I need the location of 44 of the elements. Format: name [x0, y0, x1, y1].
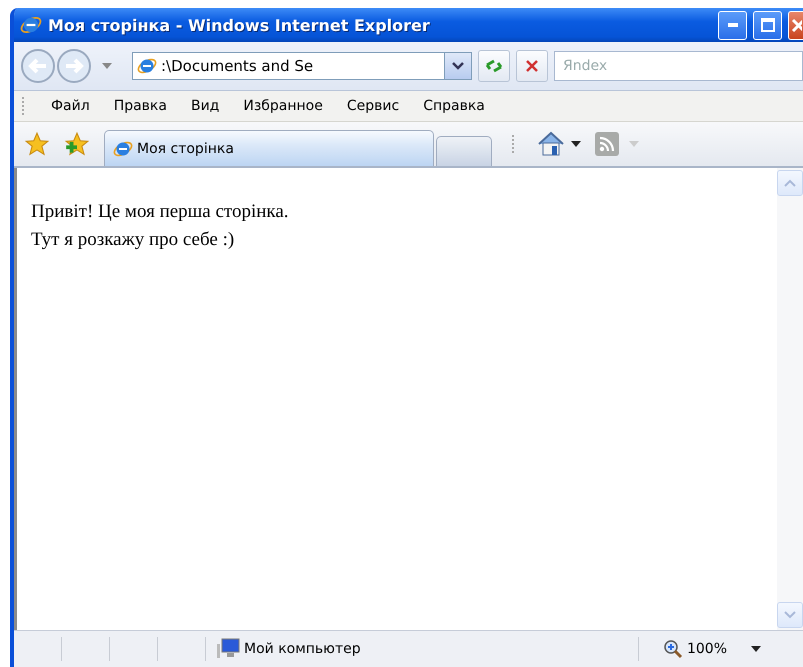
- browser-tab[interactable]: Моя сторінка: [104, 130, 434, 166]
- search-field[interactable]: Яndex: [554, 51, 803, 81]
- back-button[interactable]: [20, 48, 56, 84]
- menu-item[interactable]: Сервис: [336, 96, 410, 116]
- refresh-button[interactable]: [478, 50, 510, 82]
- chevron-down-icon: [452, 62, 464, 70]
- zone-text: Мой компьютер: [244, 641, 361, 657]
- caret-icon: [751, 646, 761, 652]
- close-button[interactable]: [788, 10, 803, 40]
- scroll-down-button[interactable]: [777, 602, 803, 628]
- page-text: Привіт! Це моя перша сторінка.: [31, 200, 290, 224]
- menu-item[interactable]: Файл: [41, 96, 100, 116]
- address-field[interactable]: :\Documents and Se: [132, 52, 472, 80]
- menu-item[interactable]: Справка: [413, 96, 495, 116]
- chevron-up-icon: [784, 179, 796, 187]
- add-favorite-icon: [64, 131, 90, 157]
- zoom-level[interactable]: 100%: [686, 641, 727, 657]
- computer-icon: [216, 638, 240, 660]
- refresh-icon: [485, 58, 503, 74]
- caret-icon: [571, 141, 581, 147]
- forward-button[interactable]: [56, 48, 92, 84]
- maximize-icon: [760, 18, 774, 32]
- menu-item[interactable]: Избранное: [233, 96, 333, 116]
- new-tab-button[interactable]: [436, 136, 492, 166]
- menu-item[interactable]: Вид: [180, 96, 230, 116]
- close-icon: [790, 18, 802, 32]
- feed-icon: [595, 132, 619, 156]
- stop-button[interactable]: [516, 50, 548, 82]
- zoom-icon: [662, 639, 683, 659]
- menu-item[interactable]: Правка: [104, 96, 177, 116]
- minimize-button[interactable]: [718, 10, 747, 40]
- minimize-icon: [728, 23, 738, 27]
- caret-icon: [102, 63, 112, 69]
- star-icon: [24, 131, 50, 157]
- caret-icon: [629, 141, 639, 147]
- page-text: Тут я розкажу про себе :): [31, 228, 236, 252]
- home-icon: [537, 131, 565, 157]
- maximize-button[interactable]: [753, 10, 782, 40]
- chevron-down-icon: [784, 611, 796, 619]
- window-title: Моя сторінка - Windows Internet Explorer: [48, 16, 431, 34]
- stop-icon: [525, 59, 539, 73]
- browser-icon: [137, 56, 157, 76]
- browser-icon: [20, 14, 42, 36]
- scroll-up-button[interactable]: [777, 170, 803, 196]
